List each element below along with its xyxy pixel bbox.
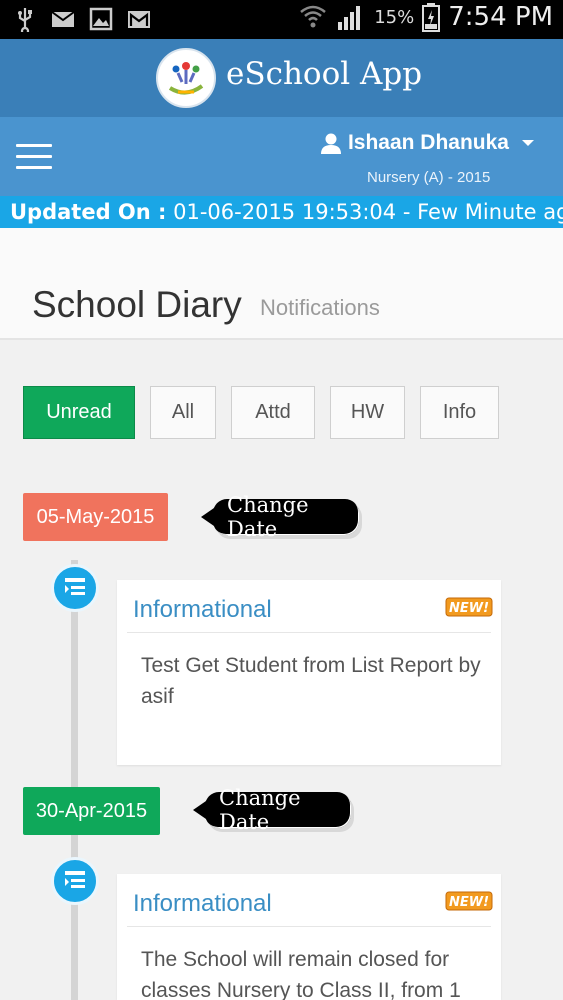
updated-strip: Updated On : 01-06-2015 19:53:04 - Few M… (0, 196, 563, 228)
signal-icon (338, 6, 361, 30)
clock: 7:54 PM (448, 2, 553, 32)
filter-all-button[interactable]: All (150, 386, 216, 439)
image-icon (89, 7, 113, 31)
updated-value: 01-06-2015 19:53:04 - Few Minute ago (173, 200, 563, 224)
user-icon (320, 133, 341, 154)
filter-info-button[interactable]: Info (420, 386, 499, 439)
user-menu[interactable]: Ishaan Dhanuka (320, 131, 535, 155)
change-date-button[interactable]: Change Date (193, 786, 351, 834)
chevron-down-icon (522, 140, 534, 146)
updated-label: Updated On : (10, 200, 167, 224)
new-badge-icon: NEW! (445, 891, 493, 911)
card-category: Informational (133, 890, 272, 917)
svg-text:NEW!: NEW! (449, 895, 489, 910)
notification-card[interactable]: Informational NEW! Test Get Student from… (117, 580, 501, 765)
user-name: Ishaan Dhanuka (347, 131, 509, 154)
filter-unread-button[interactable]: Unread (23, 386, 135, 439)
app-title: eSchool App (226, 56, 423, 92)
timeline-item-icon (51, 857, 99, 905)
app-logo (156, 48, 216, 108)
timeline-item-icon (51, 564, 99, 612)
card-message: The School will remain closed for classe… (141, 948, 461, 1000)
battery-icon (422, 3, 441, 32)
card-divider (127, 926, 491, 927)
filter-attd-button[interactable]: Attd (231, 386, 315, 439)
hamburger-menu-icon[interactable] (16, 144, 52, 170)
filter-hw-button[interactable]: HW (330, 386, 405, 439)
mail-icon (51, 11, 75, 27)
card-message: Test Get Student from List Report by asi… (141, 654, 481, 708)
notification-card[interactable]: Informational NEW! The School will remai… (117, 874, 501, 1000)
usb-icon (18, 8, 32, 32)
page-title: School Diary (32, 284, 242, 325)
change-date-label: Change Date (227, 493, 309, 541)
wifi-icon (300, 5, 327, 28)
date-badge: 05-May-2015 (23, 493, 168, 541)
date-badge: 30-Apr-2015 (23, 787, 160, 835)
gmail-icon (128, 11, 150, 28)
change-date-button[interactable]: Change Date (201, 493, 359, 541)
battery-percent: 15% (374, 6, 415, 28)
svg-text:NEW!: NEW! (449, 601, 489, 616)
change-date-label: Change Date (219, 786, 301, 834)
status-bar: 15% 7:54 PM (0, 0, 563, 39)
page-subtitle: Notifications (260, 295, 380, 320)
card-divider (127, 632, 491, 633)
timeline-line (71, 560, 78, 1000)
user-class: Nursery (A) - 2015 (367, 169, 491, 186)
card-category: Informational (133, 596, 272, 623)
new-badge-icon: NEW! (445, 597, 493, 617)
